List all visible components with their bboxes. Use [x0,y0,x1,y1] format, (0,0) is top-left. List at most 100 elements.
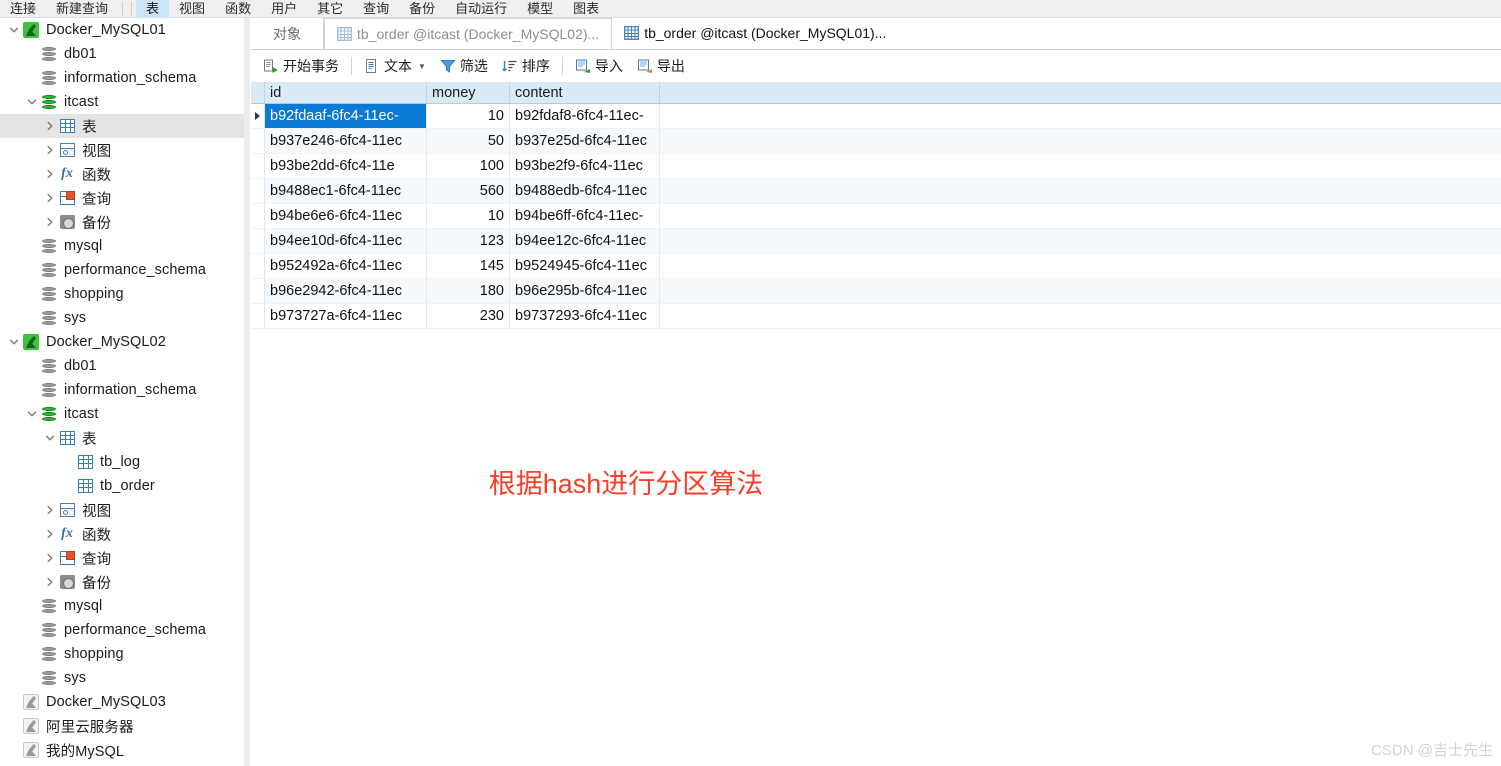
cell-money[interactable]: 180 [427,279,510,303]
grid-body[interactable]: b92fdaaf-6fc4-11ec- 10 b92fdaf8-6fc4-11ec-… [251,104,1501,329]
main-toolbar-item-6[interactable]: 其它 [307,0,353,18]
action-排序[interactable]: 排序 [495,54,557,78]
cell-money[interactable]: 10 [427,104,510,128]
tree-node-23[interactable]: 备份 [0,570,244,594]
main-toolbar-item-8[interactable]: 备份 [399,0,445,18]
row-gutter[interactable] [251,229,265,253]
grid-column-header-id[interactable]: id [265,82,427,103]
cell-content[interactable]: b92fdaf8-6fc4-11ec- [510,104,660,128]
tree-node-24[interactable]: mysql [0,594,244,618]
main-toolbar-item-7[interactable]: 查询 [353,0,399,18]
table-row[interactable]: b94ee10d-6fc4-11ec 123 b94ee12c-6fc4-11ec [251,229,1501,254]
cell-id[interactable]: b92fdaaf-6fc4-11ec- [265,104,427,128]
table-row[interactable]: b952492a-6fc4-11ec 145 b9524945-6fc4-11ec [251,254,1501,279]
cell-money[interactable]: 145 [427,254,510,278]
chevron-down-icon[interactable] [24,90,40,114]
cell-money[interactable]: 230 [427,304,510,328]
tree-node-29[interactable]: 阿里云服务器 [0,714,244,738]
main-toolbar-item-0[interactable]: 连接 [0,0,46,18]
tree-node-21[interactable]: fx 函数 [0,522,244,546]
chevron-right-icon[interactable] [42,162,58,186]
tree-node-17[interactable]: 表 [0,426,244,450]
chevron-right-icon[interactable] [42,570,58,594]
chevron-down-icon[interactable] [24,402,40,426]
tree-node-3[interactable]: itcast [0,90,244,114]
cell-money[interactable]: 100 [427,154,510,178]
cell-id[interactable]: b9488ec1-6fc4-11ec [265,179,427,203]
tree-node-18[interactable]: tb_log [0,450,244,474]
chevron-right-icon[interactable] [42,498,58,522]
action-导入[interactable]: 导入 [568,54,630,78]
cell-content[interactable]: b937e25d-6fc4-11ec [510,129,660,153]
main-toolbar-item-2[interactable]: 表 [136,0,170,18]
cell-content[interactable]: b9524945-6fc4-11ec [510,254,660,278]
cell-content[interactable]: b9737293-6fc4-11ec [510,304,660,328]
table-row[interactable]: b96e2942-6fc4-11ec 180 b96e295b-6fc4-11ec [251,279,1501,304]
grid-column-header-content[interactable]: content [510,82,660,103]
row-gutter[interactable] [251,254,265,278]
action-筛选[interactable]: 筛选 [433,54,495,78]
chevron-down-icon[interactable]: ▼ [418,62,426,71]
grid-action-toolbar[interactable]: 开始事务 文本 ▼ 筛选 排序 导入 导出 [251,50,1501,82]
chevron-down-icon[interactable] [6,18,22,42]
editor-tab-2[interactable]: tb_order @itcast (Docker_MySQL01)... [612,18,899,49]
main-toolbar-item-1[interactable]: 新建查询 [46,0,118,18]
tree-node-8[interactable]: 备份 [0,210,244,234]
table-row[interactable]: b9488ec1-6fc4-11ec 560 b9488edb-6fc4-11ec [251,179,1501,204]
cell-id[interactable]: b952492a-6fc4-11ec [265,254,427,278]
cell-money[interactable]: 560 [427,179,510,203]
tree-node-5[interactable]: 视图 [0,138,244,162]
cell-id[interactable]: b94be6e6-6fc4-11ec [265,204,427,228]
tree-node-28[interactable]: Docker_MySQL03 [0,690,244,714]
table-row[interactable]: b92fdaaf-6fc4-11ec- 10 b92fdaf8-6fc4-11ec- [251,104,1501,129]
tree-node-12[interactable]: sys [0,306,244,330]
table-row[interactable]: b937e246-6fc4-11ec 50 b937e25d-6fc4-11ec [251,129,1501,154]
cell-id[interactable]: b96e2942-6fc4-11ec [265,279,427,303]
main-toolbar-item-9[interactable]: 自动运行 [445,0,517,18]
tree-node-14[interactable]: db01 [0,354,244,378]
cell-content[interactable]: b96e295b-6fc4-11ec [510,279,660,303]
tree-node-27[interactable]: sys [0,666,244,690]
row-gutter[interactable] [251,279,265,303]
tree-node-30[interactable]: 我的MySQL [0,738,244,762]
row-gutter[interactable] [251,154,265,178]
action-导出[interactable]: 导出 [630,54,692,78]
tree-node-26[interactable]: shopping [0,642,244,666]
connection-tree-sidebar[interactable]: Docker_MySQL01 db01 information_schema itca… [0,18,244,766]
grid-column-header-money[interactable]: money [427,82,510,103]
table-row[interactable]: b94be6e6-6fc4-11ec 10 b94be6ff-6fc4-11ec- [251,204,1501,229]
cell-money[interactable]: 50 [427,129,510,153]
cell-money[interactable]: 123 [427,229,510,253]
tree-node-15[interactable]: information_schema [0,378,244,402]
tree-node-7[interactable]: 查询 [0,186,244,210]
tree-node-19[interactable]: tb_order [0,474,244,498]
cell-money[interactable]: 10 [427,204,510,228]
action-开始事务[interactable]: 开始事务 [256,54,346,78]
tree-node-25[interactable]: performance_schema [0,618,244,642]
editor-tab-strip[interactable]: 对象 tb_order @itcast (Docker_MySQL02)... tb… [251,18,1501,50]
tree-node-10[interactable]: performance_schema [0,258,244,282]
tree-node-9[interactable]: mysql [0,234,244,258]
main-toolbar-item-5[interactable]: 用户 [261,0,307,18]
cell-content[interactable]: b94ee12c-6fc4-11ec [510,229,660,253]
action-文本[interactable]: 文本 ▼ [357,54,433,78]
tree-node-4[interactable]: 表 [0,114,244,138]
main-toolbar-item-11[interactable]: 图表 [563,0,609,18]
cell-content[interactable]: b93be2f9-6fc4-11ec [510,154,660,178]
tree-node-16[interactable]: itcast [0,402,244,426]
chevron-right-icon[interactable] [42,522,58,546]
editor-tab-0[interactable]: 对象 [251,18,324,49]
tree-node-0[interactable]: Docker_MySQL01 [0,18,244,42]
tree-node-1[interactable]: db01 [0,42,244,66]
cell-id[interactable]: b973727a-6fc4-11ec [265,304,427,328]
tree-node-20[interactable]: 视图 [0,498,244,522]
editor-tab-1[interactable]: tb_order @itcast (Docker_MySQL02)... [324,18,613,49]
data-grid[interactable]: id money content b92fdaaf-6fc4-11ec- 10 b92f… [251,82,1501,766]
chevron-right-icon[interactable] [42,138,58,162]
chevron-right-icon[interactable] [42,114,58,138]
tree-node-13[interactable]: Docker_MySQL02 [0,330,244,354]
row-gutter[interactable] [251,104,265,128]
tree-node-6[interactable]: fx 函数 [0,162,244,186]
row-gutter[interactable] [251,179,265,203]
row-gutter[interactable] [251,304,265,328]
